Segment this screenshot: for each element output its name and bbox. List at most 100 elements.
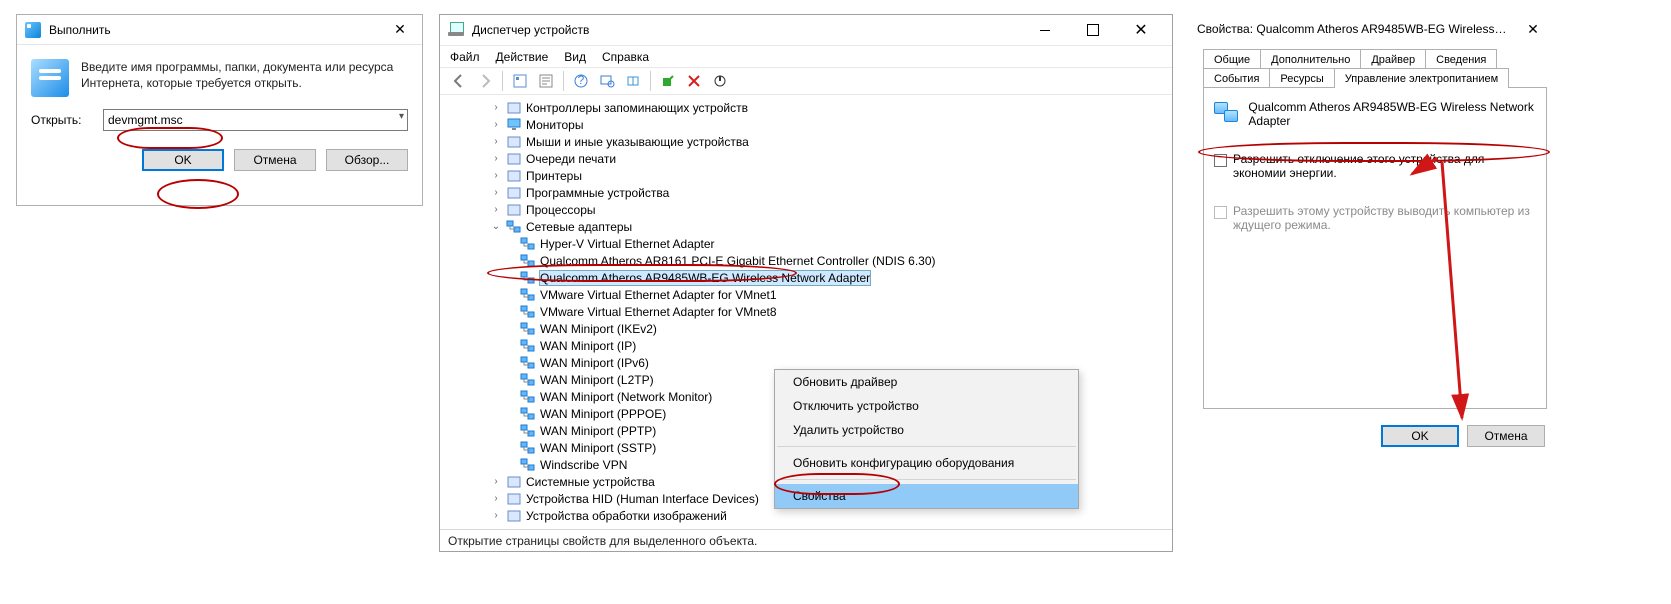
allow-power-off-checkbox[interactable]: [1214, 154, 1227, 167]
tree-label: Устройства обработки изображений: [526, 509, 727, 523]
open-label: Открыть:: [31, 113, 91, 127]
devmgr-menubar: Файл Действие Вид Справка: [440, 45, 1172, 67]
device-group[interactable]: › Мыши и иные указывающие устройства: [440, 133, 1172, 150]
close-icon[interactable]: ✕: [386, 19, 414, 41]
chevron-right-icon[interactable]: ›: [490, 510, 502, 521]
cm-uninstall-device[interactable]: Удалить устройство: [775, 418, 1078, 442]
devmgr-titlebar[interactable]: Диспетчер устройств ✕: [440, 15, 1172, 45]
show-hidden-icon[interactable]: [509, 70, 531, 92]
help-icon[interactable]: ?: [570, 70, 592, 92]
device-tree[interactable]: › Контроллеры запоминающих устройств› Мо…: [440, 95, 1172, 529]
adapter-item[interactable]: Qualcomm Atheros AR9485WB-EG Wireless Ne…: [440, 269, 1172, 286]
tab-panel-power: Qualcomm Atheros AR9485WB-EG Wireless Ne…: [1203, 87, 1547, 409]
chevron-down-icon[interactable]: ⌄: [490, 221, 502, 232]
chevron-right-icon[interactable]: ›: [490, 170, 502, 181]
allow-wake-label: Разрешить этому устройству выводить комп…: [1233, 204, 1536, 232]
allow-power-off-label: Разрешить отключение этого устройства дл…: [1233, 152, 1536, 180]
power-icon[interactable]: [709, 70, 731, 92]
enable-icon[interactable]: [657, 70, 679, 92]
device-icon: [520, 322, 536, 336]
device-icon: [520, 254, 536, 268]
device-icon: [520, 441, 536, 455]
browse-button[interactable]: Обзор...: [326, 149, 408, 171]
tree-label: VMware Virtual Ethernet Adapter for VMne…: [540, 288, 777, 302]
device-group[interactable]: › Процессоры: [440, 201, 1172, 218]
run-titlebar[interactable]: Выполнить ✕: [17, 15, 422, 45]
allow-wake-checkbox: [1214, 206, 1227, 219]
scan-icon[interactable]: [596, 70, 618, 92]
tree-label: WAN Miniport (IP): [540, 339, 636, 353]
tab-advanced[interactable]: Дополнительно: [1260, 49, 1361, 69]
chevron-right-icon[interactable]: ›: [490, 476, 502, 487]
close-icon[interactable]: ✕: [1513, 17, 1553, 41]
back-icon[interactable]: [448, 70, 470, 92]
uninstall-icon[interactable]: [683, 70, 705, 92]
adapter-item[interactable]: WAN Miniport (IKEv2): [440, 320, 1172, 337]
tab-power-management[interactable]: Управление электропитанием: [1334, 68, 1509, 88]
tab-details[interactable]: Сведения: [1425, 49, 1497, 69]
properties-icon[interactable]: [535, 70, 557, 92]
device-group[interactable]: › Принтеры: [440, 167, 1172, 184]
adapter-item[interactable]: Qualcomm Atheros AR8161 PCI-E Gigabit Et…: [440, 252, 1172, 269]
tree-label: Системные устройства: [526, 475, 655, 489]
chevron-right-icon[interactable]: ›: [490, 187, 502, 198]
props-title: Свойства: Qualcomm Atheros AR9485WB-EG W…: [1197, 22, 1509, 36]
network-adapter-icon: [1214, 102, 1238, 126]
device-group[interactable]: › Мониторы: [440, 116, 1172, 133]
menu-view[interactable]: Вид: [564, 50, 586, 64]
update-driver-icon[interactable]: [622, 70, 644, 92]
tree-label: Программные устройства: [526, 186, 669, 200]
adapter-item[interactable]: WAN Miniport (IP): [440, 337, 1172, 354]
tab-driver[interactable]: Драйвер: [1360, 49, 1426, 69]
chevron-right-icon[interactable]: ›: [490, 153, 502, 164]
run-icon: [25, 22, 41, 38]
forward-icon[interactable]: [474, 70, 496, 92]
cm-properties[interactable]: Свойства: [775, 484, 1078, 508]
chevron-right-icon[interactable]: ›: [490, 102, 502, 113]
device-icon: [520, 339, 536, 353]
device-icon: [506, 118, 522, 132]
tree-label: WAN Miniport (PPTP): [540, 424, 656, 438]
cm-update-driver[interactable]: Обновить драйвер: [775, 370, 1078, 394]
device-icon: [520, 407, 536, 421]
chevron-right-icon[interactable]: ›: [490, 493, 502, 504]
adapter-item[interactable]: Hyper-V Virtual Ethernet Adapter: [440, 235, 1172, 252]
menu-action[interactable]: Действие: [496, 50, 549, 64]
tree-label: VMware Virtual Ethernet Adapter for VMne…: [540, 305, 777, 319]
cancel-button[interactable]: Отмена: [1467, 425, 1545, 447]
device-icon: [520, 424, 536, 438]
device-group[interactable]: › Контроллеры запоминающих устройств: [440, 99, 1172, 116]
adapter-item[interactable]: VMware Virtual Ethernet Adapter for VMne…: [440, 286, 1172, 303]
cm-disable-device[interactable]: Отключить устройство: [775, 394, 1078, 418]
close-button[interactable]: ✕: [1118, 17, 1164, 43]
chevron-right-icon[interactable]: ›: [490, 204, 502, 215]
adapter-item[interactable]: VMware Virtual Ethernet Adapter for VMne…: [440, 303, 1172, 320]
open-combobox[interactable]: [103, 109, 408, 131]
run-dialog: Выполнить ✕ Введите имя программы, папки…: [16, 14, 423, 206]
tab-general[interactable]: Общие: [1203, 49, 1261, 69]
run-program-icon: [31, 59, 69, 97]
device-group[interactable]: ⌄ Сетевые адаптеры: [440, 218, 1172, 235]
device-group[interactable]: › Очереди печати: [440, 150, 1172, 167]
device-icon: [506, 220, 522, 234]
chevron-right-icon[interactable]: ›: [490, 136, 502, 147]
tab-events[interactable]: События: [1203, 68, 1270, 88]
tree-label: Сетевые адаптеры: [526, 220, 632, 234]
status-bar: Открытие страницы свойств для выделенног…: [440, 529, 1172, 551]
tab-resources[interactable]: Ресурсы: [1269, 68, 1334, 88]
minimize-button[interactable]: [1022, 17, 1068, 43]
cancel-button[interactable]: Отмена: [234, 149, 316, 171]
chevron-right-icon[interactable]: ›: [490, 119, 502, 130]
tree-label: Мониторы: [526, 118, 583, 132]
menu-help[interactable]: Справка: [602, 50, 649, 64]
device-group[interactable]: › Устройства обработки изображений: [440, 507, 1172, 524]
ok-button[interactable]: OK: [142, 149, 224, 171]
separator: [777, 479, 1076, 480]
menu-file[interactable]: Файл: [450, 50, 480, 64]
props-titlebar[interactable]: Свойства: Qualcomm Atheros AR9485WB-EG W…: [1193, 15, 1557, 43]
maximize-button[interactable]: [1070, 17, 1116, 43]
cm-scan-hardware[interactable]: Обновить конфигурацию оборудования: [775, 451, 1078, 475]
ok-button[interactable]: OK: [1381, 425, 1459, 447]
device-group[interactable]: › Программные устройства: [440, 184, 1172, 201]
open-input[interactable]: [103, 109, 408, 131]
